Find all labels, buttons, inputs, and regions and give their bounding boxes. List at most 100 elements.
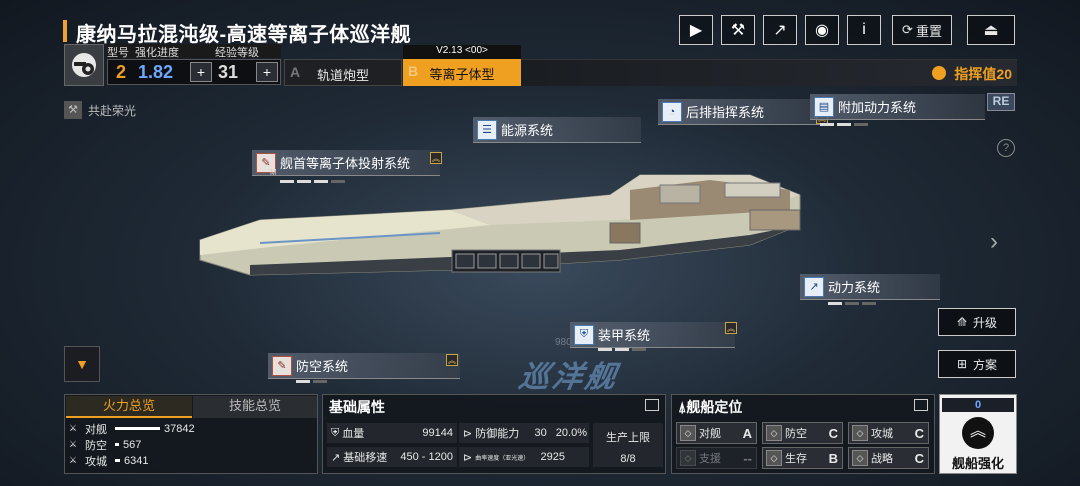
- system-energy[interactable]: ☰ 能源系统: [473, 117, 641, 143]
- ship-enhance-button[interactable]: 0 ︽ 舰船强化: [939, 394, 1017, 474]
- refresh-icon: ⟳: [902, 22, 913, 37]
- role-cell: ◇ 对舰 A: [676, 422, 757, 444]
- exp-value: 31: [218, 62, 239, 82]
- ship-type-icon[interactable]: [64, 44, 104, 86]
- attr-hp: ⛨ 血量 99144: [327, 423, 457, 443]
- role-grade: B: [828, 450, 838, 466]
- list-icon: ☰: [477, 119, 497, 140]
- eye-icon: ◉: [815, 22, 829, 39]
- role-grade: C: [828, 425, 838, 441]
- system-aux-power[interactable]: ▤ 附加动力系统: [810, 94, 985, 120]
- role-icon: ◇: [680, 450, 696, 466]
- system-rear-command-label: 后排指挥系统: [686, 105, 765, 120]
- radar-icon: ◔: [662, 101, 682, 122]
- ship-position-panel: ⍋舰船定位 ◇ 对舰 A ◇ 防空 C ◇ 攻城 C ◇ 支援 -- ◇ 生存 B ◇ 战…: [671, 394, 935, 474]
- collapse-button[interactable]: ▼: [64, 346, 100, 382]
- role-grade: A: [742, 425, 752, 441]
- basic-attributes-panel: 基础属性 ⛨ 血量 99144 ⊳ 防御能力 30 20.0% ↗ 基础移速 450 …: [322, 394, 666, 474]
- role-grade: C: [914, 450, 924, 466]
- system-bow-plasma-label: 舰首等离子体投射系统: [280, 156, 411, 171]
- glory-tag[interactable]: ⚒ 共赴荣光: [64, 101, 136, 119]
- role-cell: ◇ 生存 B: [762, 447, 843, 469]
- bow-mark: M: [270, 168, 277, 177]
- hp-label: 血量: [342, 428, 365, 440]
- enhance-chevron-icon: ︽: [962, 417, 994, 449]
- crane-button[interactable]: ⚒: [721, 15, 755, 45]
- enhance-value: 1.82: [138, 62, 174, 82]
- tab-b-label: 等离子体型: [429, 67, 495, 82]
- tab-railgun[interactable]: A 轨道炮型: [284, 59, 402, 86]
- expand-position-icon[interactable]: [914, 399, 928, 411]
- aa-missile-icon: ✎: [272, 355, 292, 376]
- warp-value: 2925: [540, 451, 565, 463]
- firepower-row-value: 6341: [124, 454, 149, 467]
- info-button[interactable]: i: [847, 15, 881, 45]
- crane-icon: ⚒: [730, 22, 746, 39]
- defense-icon: ⊳: [463, 427, 473, 440]
- export-button[interactable]: ↗: [763, 15, 797, 45]
- expand-basic-icon[interactable]: [645, 399, 659, 411]
- external-link-icon: ↗: [773, 22, 787, 39]
- video-button[interactable]: ▶: [679, 15, 713, 45]
- attr-production: 生产上限 8/8: [593, 423, 663, 467]
- tab-firepower[interactable]: 火力总览: [66, 396, 192, 418]
- role-icon: ◇: [680, 425, 696, 441]
- firepower-bar: [115, 443, 119, 446]
- upgrade-button[interactable]: ⟰ 升级: [938, 308, 1016, 336]
- re-badge[interactable]: RE: [987, 93, 1015, 111]
- upgrade-label: 升级: [973, 315, 998, 330]
- ship-title: 康纳马拉混沌级-高速等离子体巡洋舰: [76, 24, 412, 46]
- system-anti-air-label: 防空系统: [296, 359, 349, 374]
- shield-icon: ⛨: [574, 324, 594, 345]
- next-arrow-icon[interactable]: ›: [990, 228, 998, 256]
- share-button[interactable]: ⏏: [967, 15, 1015, 45]
- plan-label: 方案: [973, 357, 998, 372]
- enhance-plus-button[interactable]: +: [190, 62, 212, 82]
- tab-skills[interactable]: 技能总览: [193, 396, 317, 418]
- info-icon: i: [862, 21, 866, 38]
- help-icon[interactable]: ?: [997, 139, 1015, 157]
- role-label: 支援: [699, 453, 721, 465]
- firepower-bar: [115, 427, 160, 430]
- command-value: 指挥值20: [954, 66, 1012, 82]
- basic-title: 基础属性: [329, 399, 385, 415]
- warp-label: 曲率速度（亚光速）: [475, 455, 530, 462]
- role-label: 生存: [785, 453, 807, 465]
- role-icon: ◇: [852, 425, 868, 441]
- model-label: 型号: [107, 47, 129, 59]
- reset-button[interactable]: ⟳ 重置: [892, 15, 952, 45]
- firepower-row-label: 防空: [85, 439, 107, 452]
- system-anti-air[interactable]: ✎ 防空系统: [268, 353, 460, 379]
- weapon-icon: ⚔: [69, 423, 78, 433]
- system-power[interactable]: ↗ 动力系统: [800, 274, 940, 300]
- power-pips: [828, 302, 876, 305]
- attr-defense: ⊳ 防御能力 30 20.0%: [459, 423, 589, 443]
- speed-icon: ↗: [331, 451, 341, 464]
- enhance-label: 强化进度: [135, 47, 179, 59]
- tab-a-label: 轨道炮型: [316, 68, 369, 83]
- blueprint-icon: ⊞: [956, 357, 968, 371]
- system-rear-command[interactable]: ◔ 后排指挥系统: [658, 99, 828, 125]
- plan-button[interactable]: ⊞ 方案: [938, 350, 1016, 378]
- system-armor-label: 装甲系统: [598, 328, 651, 343]
- command-icon: [932, 66, 946, 80]
- system-bow-plasma[interactable]: ✎ 舰首等离子体投射系统: [252, 150, 440, 176]
- model-value: 2: [116, 62, 127, 82]
- shield-small-icon: ⛨: [331, 426, 340, 439]
- position-title-text: 舰船定位: [686, 399, 743, 415]
- system-energy-label: 能源系统: [501, 123, 554, 138]
- firepower-row: ⚔ 防空 567: [69, 437, 309, 452]
- exp-label: 经验等级: [215, 47, 259, 59]
- tab-plasma[interactable]: B 等离子体型: [403, 59, 521, 86]
- aa-pips: [296, 380, 327, 383]
- prod-label: 生产上限: [606, 432, 650, 444]
- bow-rank-chevron-icon: ︽: [430, 152, 442, 164]
- system-armor[interactable]: ⛨ 装甲系统: [570, 322, 735, 348]
- attr-warp: ⊳ 曲率速度（亚光速） 2925: [459, 447, 589, 467]
- view-button[interactable]: ◉: [805, 15, 839, 45]
- system-power-label: 动力系统: [828, 280, 881, 295]
- role-cell: ◇ 战略 C: [848, 447, 929, 469]
- exp-plus-button[interactable]: +: [256, 62, 278, 82]
- role-label: 攻城: [871, 428, 893, 440]
- weapon-icon: ⚔: [69, 439, 78, 449]
